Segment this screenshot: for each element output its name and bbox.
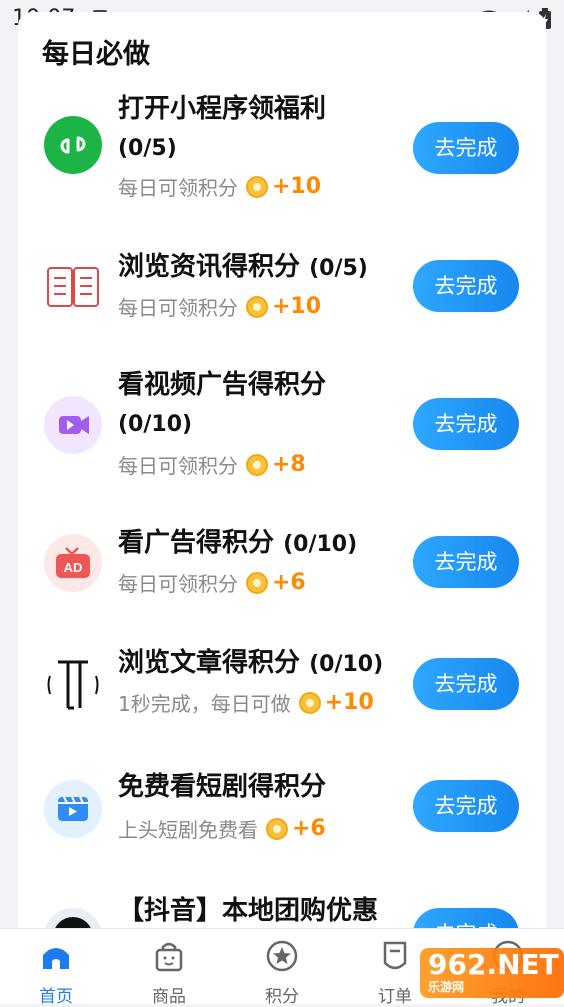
task-go-button[interactable]: 去完成 (413, 260, 519, 312)
news-book-icon (44, 258, 102, 316)
task-title: 看广告得积分 (0/10) (118, 524, 418, 564)
task-subtitle: 上头短剧免费看 (118, 818, 258, 842)
order-icon (383, 941, 407, 970)
task-subtitle-row: 每日可领积分 +10 (118, 172, 321, 201)
short-drama-icon (44, 780, 102, 838)
tab-products[interactable]: 商品 (124, 935, 214, 1007)
task-title-text: 看视频广告得积分 (118, 370, 327, 400)
task-title-text: 【抖音】本地团购优惠 (118, 896, 379, 926)
task-go-button[interactable]: 去完成 (413, 536, 519, 588)
coin-icon (298, 691, 321, 714)
task-title-text: 浏览资讯得积分 (118, 252, 301, 282)
task-count: (0/5) (309, 256, 368, 281)
task-points: +10 (272, 294, 322, 319)
task-count: (0/5) (118, 136, 177, 161)
task-subtitle: 每日可领积分 (118, 454, 238, 478)
task-points: +6 (272, 570, 306, 595)
tab-label: 积分 (265, 987, 299, 1007)
task-subtitle-row: 每日可领积分 +8 (118, 450, 306, 479)
task-points: +10 (324, 690, 374, 715)
coin-icon (246, 453, 268, 476)
task-go-button[interactable]: 去完成 (413, 658, 519, 710)
task-subtitle-row: 上头短剧免费看 +6 (118, 814, 326, 843)
task-subtitle: 每日可领积分 (118, 176, 238, 200)
mini-program-icon (44, 116, 102, 174)
home-icon (43, 948, 69, 969)
svg-text:AD: AD (64, 560, 83, 575)
watermark-sub: 乐游网 (428, 980, 465, 994)
task-title-text: 看广告得积分 (118, 528, 275, 558)
task-subtitle-row: 1秒完成，每日可做 +10 (118, 688, 374, 717)
coin-icon (246, 295, 268, 318)
task-subtitle: 每日可领积分 (118, 296, 238, 320)
task-title-text: 打开小程序领福利 (118, 94, 327, 124)
task-title: 浏览资讯得积分 (0/5) (118, 248, 418, 288)
section-title: 每日必做 (42, 39, 150, 70)
task-title: 浏览文章得积分 (0/10) (118, 644, 418, 684)
task-title-text: 浏览文章得积分 (118, 648, 301, 678)
task-go-button[interactable]: 去完成 (413, 122, 519, 174)
task-title: 免费看短剧得积分 (118, 768, 418, 806)
video-camera-icon (44, 396, 102, 454)
tab-label: 首页 (39, 987, 73, 1007)
task-count: (0/10) (283, 532, 358, 557)
task-points: +8 (272, 452, 306, 477)
tab-home[interactable]: 首页 (11, 935, 101, 1007)
daily-tasks-card: 每日必做 打开小程序领福利 (0/5) 每日可领积分 +10 去完成 浏览资讯得… (18, 12, 546, 1002)
tab-label: 商品 (152, 987, 186, 1007)
watermark-text: 962.NET (428, 948, 559, 981)
task-go-button[interactable]: 去完成 (413, 780, 519, 832)
task-title: 【抖音】本地团购优惠 (118, 892, 418, 930)
task-points: +10 (272, 174, 322, 199)
task-title: 打开小程序领福利 (0/5) (118, 90, 408, 168)
task-subtitle-row: 每日可领积分 +10 (118, 292, 321, 321)
task-title: 看视频广告得积分 (0/10) (118, 366, 408, 444)
task-subtitle: 1秒完成，每日可做 (118, 692, 291, 716)
article-icon (44, 656, 102, 714)
watermark-logo: 962.NET 乐游网 (420, 948, 564, 998)
tab-points[interactable]: 积分 (237, 935, 327, 1007)
coin-icon (246, 175, 268, 198)
points-star-icon (266, 940, 298, 972)
coin-icon (266, 817, 288, 840)
task-points: +6 (292, 816, 326, 841)
ad-tv-icon: AD (44, 534, 102, 592)
task-count: (0/10) (309, 652, 384, 677)
shopping-bag-icon (155, 942, 183, 972)
task-count: (0/10) (118, 412, 193, 437)
task-go-button[interactable]: 去完成 (413, 398, 519, 450)
task-subtitle-row: 每日可领积分 +6 (118, 568, 306, 597)
coin-icon (246, 571, 268, 594)
task-subtitle: 每日可领积分 (118, 572, 238, 596)
task-title-text: 免费看短剧得积分 (118, 772, 327, 802)
